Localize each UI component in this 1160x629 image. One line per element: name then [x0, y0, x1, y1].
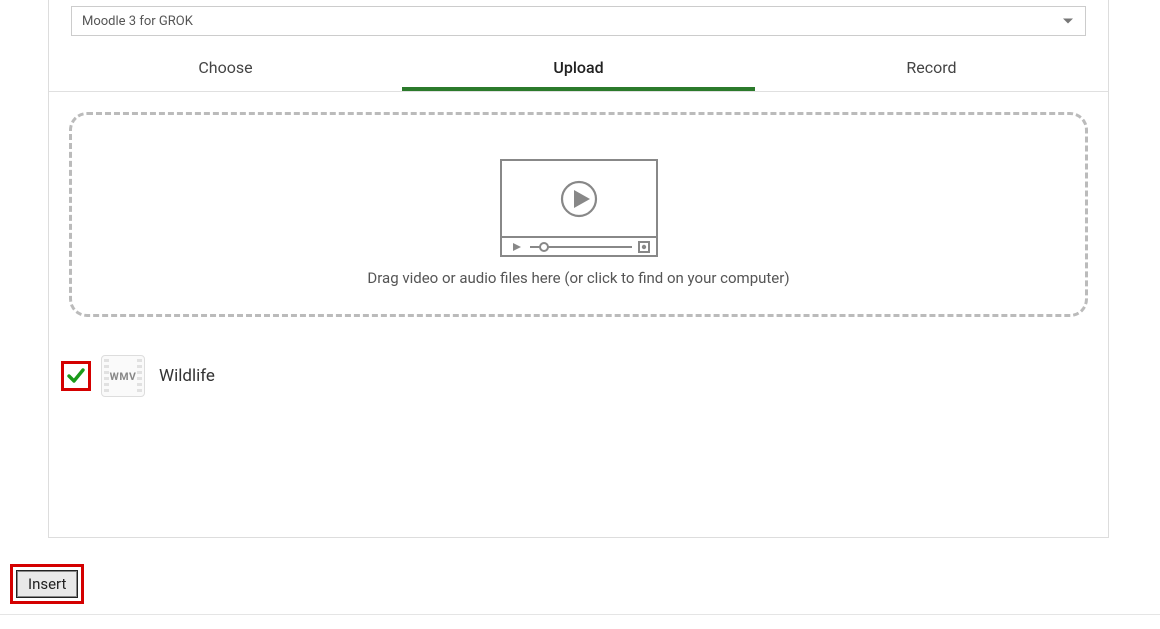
uploaded-file-row: WMV Wildlife — [61, 355, 1108, 397]
insert-button-highlight: Insert — [10, 564, 84, 604]
tabs: Choose Upload Record — [49, 46, 1108, 92]
dropzone-hint: Drag video or audio files here (or click… — [367, 269, 789, 287]
course-dropdown-value: Moodle 3 for GROK — [82, 14, 193, 29]
insert-button[interactable]: Insert — [17, 571, 77, 597]
check-icon — [66, 366, 86, 386]
course-dropdown[interactable]: Moodle 3 for GROK — [71, 6, 1086, 36]
file-type-icon: WMV — [101, 355, 145, 397]
file-name: Wildlife — [159, 366, 215, 386]
upload-dropzone[interactable]: Drag video or audio files here (or click… — [69, 112, 1088, 317]
file-selected-checkbox[interactable] — [61, 361, 91, 391]
tab-record[interactable]: Record — [755, 46, 1108, 91]
tab-upload[interactable]: Upload — [402, 46, 755, 91]
file-ext-label: WMV — [110, 370, 137, 383]
main-panel: Moodle 3 for GROK Choose Upload Record D… — [48, 0, 1109, 538]
footer-divider — [0, 614, 1160, 615]
chevron-down-icon — [1063, 19, 1073, 24]
tab-choose[interactable]: Choose — [49, 46, 402, 91]
video-player-icon — [500, 159, 658, 257]
